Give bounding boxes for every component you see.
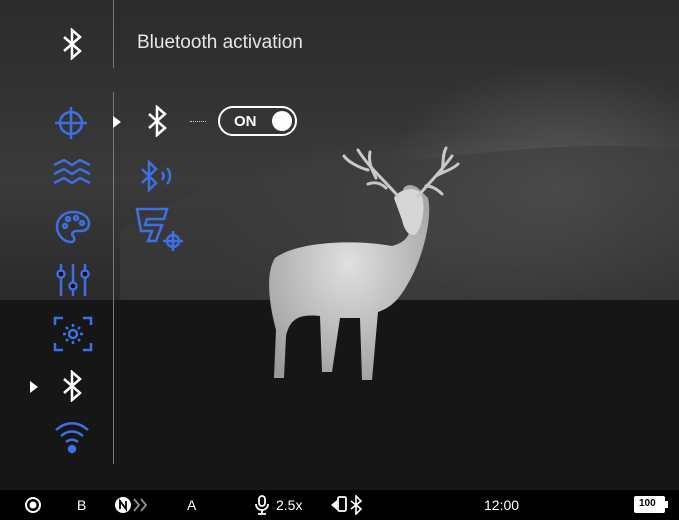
dotted-leader bbox=[190, 121, 206, 122]
bluetooth-icon[interactable] bbox=[143, 104, 171, 142]
palette-icon[interactable] bbox=[55, 210, 91, 249]
mode-indicator: B bbox=[77, 497, 87, 513]
sliders-icon[interactable] bbox=[55, 262, 91, 303]
bluetooth-icon bbox=[349, 494, 363, 518]
night-mode-icon bbox=[114, 496, 152, 517]
brightness-icon[interactable] bbox=[53, 316, 93, 357]
record-icon[interactable] bbox=[24, 496, 42, 517]
sidebar-divider bbox=[113, 92, 114, 464]
selection-arrow bbox=[30, 381, 38, 393]
bluetooth-toggle[interactable]: ON bbox=[218, 106, 297, 136]
bluetooth-sound-icon[interactable] bbox=[138, 158, 176, 197]
battery-indicator: 100 bbox=[634, 496, 668, 513]
zoom-level: 2.5x bbox=[276, 497, 303, 513]
submenu-selection-arrow bbox=[113, 116, 121, 128]
bluetooth-icon bbox=[58, 27, 86, 65]
bluetooth-icon[interactable] bbox=[58, 369, 86, 407]
status-bar: B A 2.5x 12:00 100 bbox=[0, 490, 679, 520]
thermal-scene bbox=[0, 0, 679, 520]
phone-icon bbox=[330, 495, 348, 518]
waves-icon[interactable] bbox=[52, 157, 92, 194]
toggle-knob bbox=[272, 111, 292, 131]
menu-title: Bluetooth activation bbox=[137, 32, 303, 53]
header-divider bbox=[113, 0, 114, 68]
battery-level: 100 bbox=[639, 498, 656, 509]
wifi-settings-icon[interactable] bbox=[54, 420, 90, 461]
microphone-icon bbox=[254, 495, 270, 518]
toggle-label: ON bbox=[234, 113, 257, 130]
crosshair-icon[interactable] bbox=[53, 105, 89, 146]
battery-tip bbox=[665, 501, 668, 508]
slot-indicator: A bbox=[187, 497, 197, 513]
stream-vision-icon[interactable] bbox=[134, 205, 186, 256]
clock: 12:00 bbox=[484, 497, 520, 513]
stag-image bbox=[0, 145, 679, 490]
